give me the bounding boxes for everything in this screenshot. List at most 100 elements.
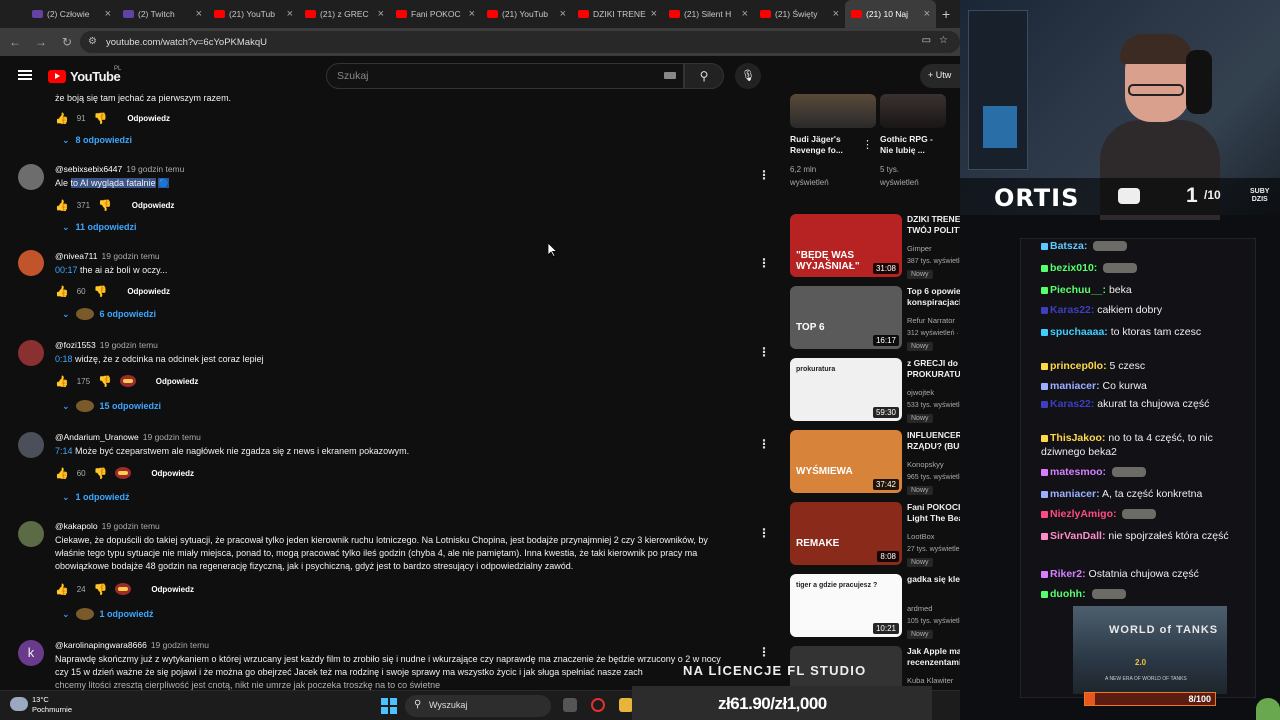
browser-tab[interactable]: (2) Twitch ×: [117, 0, 208, 28]
close-icon[interactable]: ×: [560, 8, 566, 20]
windows-start-icon[interactable]: [381, 698, 397, 714]
dislike-icon[interactable]: 👎: [94, 467, 108, 480]
voice-search-button[interactable]: 🎙: [735, 63, 761, 89]
video-thumbnail[interactable]: "BĘDĘ WAS WYJAŚNIAŁ" 31:08: [790, 214, 902, 277]
comment-author[interactable]: @sebixsebix6447 19 godzin temu: [55, 164, 184, 174]
chat-username[interactable]: Batsza:: [1050, 240, 1087, 252]
bookmark-star-icon[interactable]: ▭☆: [922, 35, 956, 46]
channel-name[interactable]: Kuba Klawiter: [907, 676, 953, 685]
close-icon[interactable]: ×: [196, 8, 202, 20]
browser-tab[interactable]: (21) 10 Naj ×: [845, 0, 936, 28]
avatar[interactable]: [18, 164, 44, 190]
comment-menu-icon[interactable]: ⋮: [758, 168, 770, 182]
dislike-icon[interactable]: 👎: [94, 583, 108, 596]
reply-button[interactable]: Odpowiedz: [151, 469, 194, 478]
browser-tab[interactable]: (21) z GREC ×: [299, 0, 390, 28]
reply-button[interactable]: Odpowiedz: [156, 377, 199, 386]
dislike-icon[interactable]: 👎: [98, 199, 112, 212]
channel-name[interactable]: Refur Narrator: [907, 316, 955, 325]
replies-toggle[interactable]: ⌄ 15 odpowiedzi: [62, 398, 161, 414]
close-icon[interactable]: ×: [742, 8, 748, 20]
video-title[interactable]: DZIKI TRENER ZŁOMUJE TWÓJ POLITYKÓW xD: [907, 214, 960, 236]
comment-author[interactable]: @karolinapingwara8666 19 godzin temu: [55, 640, 209, 650]
video-title[interactable]: Fani POKOCHALI Dying Light The Beast — T…: [907, 502, 960, 524]
address-bar[interactable]: ⚙ youtube.com/watch?v=6cYoPKMakqU ▭☆: [80, 31, 960, 53]
file-explorer-icon[interactable]: [619, 698, 633, 712]
dislike-icon[interactable]: 👎: [94, 112, 108, 125]
chat-username[interactable]: princep0lo:: [1050, 360, 1107, 372]
chat-username[interactable]: Piechuu__:: [1050, 284, 1106, 296]
video-title[interactable]: Top 6 opowieści o konspiracjach i tajnyc…: [907, 286, 960, 308]
replies-toggle[interactable]: ⌄ 1 odpowiedź: [62, 606, 154, 622]
like-icon[interactable]: 👍: [55, 467, 69, 480]
comment-author[interactable]: @fozi1553 19 godzin temu: [55, 340, 158, 350]
video-title[interactable]: INFLUENCERZY OFIARAMI RZĄDU? (BUDDA, OJW…: [907, 430, 960, 452]
chat-username[interactable]: NiezlyAmigo:: [1050, 508, 1117, 520]
chat-username[interactable]: matesmoo:: [1050, 466, 1106, 478]
comment-menu-icon[interactable]: ⋮: [758, 526, 770, 540]
chat-username[interactable]: duohh:: [1050, 588, 1086, 600]
reload-icon[interactable]: ↻: [56, 35, 78, 49]
forward-icon[interactable]: →: [30, 35, 52, 49]
chat-username[interactable]: Riker2:: [1050, 568, 1086, 580]
comment-menu-icon[interactable]: ⋮: [758, 256, 770, 270]
channel-name[interactable]: Konopskyy: [907, 460, 944, 469]
chat-username[interactable]: maniacer:: [1050, 380, 1100, 392]
video-title[interactable]: gadka się klei: [907, 574, 960, 596]
avatar[interactable]: [18, 250, 44, 276]
replies-toggle[interactable]: ⌄ 6 odpowiedzi: [62, 306, 156, 322]
browser-tab[interactable]: (21) Silent H ×: [663, 0, 754, 28]
browser-tab[interactable]: (21) YouTub ×: [208, 0, 299, 28]
replies-toggle[interactable]: ⌄ 1 odpowiedź: [62, 489, 130, 505]
video-thumbnail[interactable]: [880, 94, 946, 128]
chat-username[interactable]: Karas22:: [1050, 304, 1094, 316]
close-icon[interactable]: ×: [924, 8, 930, 20]
reply-button[interactable]: Odpowiedz: [132, 201, 175, 210]
task-view-icon[interactable]: [563, 698, 577, 712]
search-button[interactable]: ⚲: [684, 63, 724, 89]
chat-username[interactable]: ThisJakoo:: [1050, 432, 1105, 444]
channel-name[interactable]: ardmed: [907, 604, 932, 613]
avatar[interactable]: [18, 521, 44, 547]
channel-name[interactable]: LootBox: [907, 532, 935, 541]
like-icon[interactable]: 👍: [55, 285, 69, 298]
video-thumbnail[interactable]: [790, 94, 876, 128]
close-icon[interactable]: ×: [105, 8, 111, 20]
avatar[interactable]: [18, 340, 44, 366]
video-thumbnail[interactable]: prokuratura 59:30: [790, 358, 902, 421]
chat-username[interactable]: bezix010:: [1050, 262, 1097, 274]
video-thumbnail[interactable]: tiger a gdzie pracujesz ? 10:21: [790, 574, 902, 637]
dislike-icon[interactable]: 👎: [98, 375, 112, 388]
comment-menu-icon[interactable]: ⋮: [758, 437, 770, 451]
chat-username[interactable]: SirVanDall:: [1050, 530, 1105, 542]
comment-menu-icon[interactable]: ⋮: [758, 645, 770, 659]
browser-tab[interactable]: (21) YouTub ×: [481, 0, 572, 28]
comment-menu-icon[interactable]: ⋮: [758, 345, 770, 359]
video-thumbnail[interactable]: WYŚMIEWA 37:42: [790, 430, 902, 493]
comment-author[interactable]: @nivea711 19 godzin temu: [55, 251, 160, 261]
close-icon[interactable]: ×: [378, 8, 384, 20]
replies-toggle[interactable]: ⌄ 8 odpowiedzi: [62, 132, 132, 148]
reply-button[interactable]: Odpowiedz: [127, 114, 170, 123]
avatar[interactable]: k: [18, 640, 44, 666]
channel-name[interactable]: ojwojtek: [907, 388, 934, 397]
timestamp-link[interactable]: 0:18: [55, 354, 73, 364]
reply-button[interactable]: Odpowiedz: [127, 287, 170, 296]
close-icon[interactable]: ×: [469, 8, 475, 20]
video-title[interactable]: Gothic RPG - Nie lubię ...: [880, 134, 944, 156]
menu-icon[interactable]: [18, 70, 32, 80]
video-title[interactable]: z GRECJI do PROKURATURY AUTOSTOPEM (na .…: [907, 358, 960, 380]
channel-name[interactable]: Gimper: [907, 244, 932, 253]
search-input[interactable]: Szukaj: [326, 63, 684, 89]
video-title[interactable]: Jak Apple manipuluje recenzentami (i wid…: [907, 646, 960, 668]
chat-username[interactable]: Karas22:: [1050, 398, 1094, 410]
comment-author[interactable]: @Andarium_Uranowe 19 godzin temu: [55, 432, 201, 442]
chat-username[interactable]: maniacer:: [1050, 488, 1100, 500]
like-icon[interactable]: 👍: [55, 375, 69, 388]
keyboard-icon[interactable]: [664, 72, 676, 79]
browser-tab[interactable]: Fani POKOC ×: [390, 0, 481, 28]
browser-tab[interactable]: DZIKI TRENE ×: [572, 0, 663, 28]
youtube-logo[interactable]: YouTube PL: [48, 66, 121, 84]
video-title[interactable]: Rudi Jäger's Revenge fo...: [790, 134, 860, 156]
like-icon[interactable]: 👍: [55, 112, 69, 125]
